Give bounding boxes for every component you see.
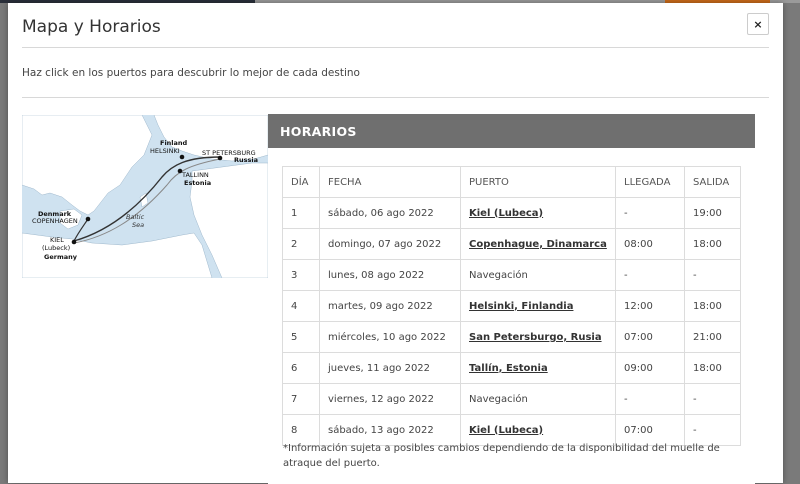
table-row: 6 jueves, 11 ago 2022 Tallín, Estonia 09:00… <box>282 352 741 384</box>
disclaimer-note: *Información sujeta a posibles cambios d… <box>283 443 720 469</box>
cell-fecha: jueves, 11 ago 2022 <box>319 352 461 384</box>
column-header-llegada: LLEGADA <box>615 166 685 198</box>
table-row: 1 sábado, 06 ago 2022 Kiel (Lubeca) -19:00 <box>282 197 741 229</box>
map-label-copenhagen: COPENHAGEN <box>32 217 78 225</box>
table-row: 4 martes, 09 ago 2022 Helsinki, Finlandia 1… <box>282 290 741 322</box>
cell-llegada: - <box>615 259 685 291</box>
table-row: 5 miércoles, 10 ago 2022 San Petersburgo, … <box>282 321 741 353</box>
map-label-finland: Finland <box>160 139 188 147</box>
table-row: 7 viernes, 12 ago 2022 Navegación - - <box>282 383 741 415</box>
cell-fecha: lunes, 08 ago 2022 <box>319 259 461 291</box>
divider <box>22 97 769 98</box>
cell-dia: 7 <box>282 383 320 415</box>
modal-title: Mapa y Horarios <box>22 17 161 37</box>
cell-salida: 18:00 <box>684 228 741 260</box>
schedule-panel: HORARIOS DÍA FECHA PUERTO LLEGADA SALIDA… <box>268 114 755 484</box>
schedule-modal: Mapa y Horarios × Haz click en los puert… <box>8 3 783 484</box>
port-link[interactable]: Helsinki, Finlandia <box>460 290 616 322</box>
modal-subtitle: Haz click en los puertos para descubrir … <box>22 67 360 79</box>
cell-fecha: martes, 09 ago 2022 <box>319 290 461 322</box>
cell-llegada: 12:00 <box>615 290 685 322</box>
cell-fecha: viernes, 12 ago 2022 <box>319 383 461 415</box>
cell-fecha: domingo, 07 ago 2022 <box>319 228 461 260</box>
cell-llegada: - <box>615 383 685 415</box>
cell-llegada: - <box>615 197 685 229</box>
cell-llegada: 08:00 <box>615 228 685 260</box>
schedule-table: DÍA FECHA PUERTO LLEGADA SALIDA 1 sábado,… <box>282 166 741 446</box>
port-link[interactable]: Tallín, Estonia <box>460 352 616 384</box>
cell-fecha: miércoles, 10 ago 2022 <box>319 321 461 353</box>
port-dot-kiel <box>71 239 77 245</box>
port-link[interactable]: Kiel (Lubeca) <box>460 197 616 229</box>
cell-salida: 18:00 <box>684 290 741 322</box>
route-map[interactable]: Finland HELSINKI ST PETERSBURG Russia TA… <box>22 115 268 278</box>
scandinavia-land <box>22 115 153 216</box>
table-header-row: DÍA FECHA PUERTO LLEGADA SALIDA <box>282 166 741 198</box>
cell-dia: 4 <box>282 290 320 322</box>
table-row: 2 domingo, 07 ago 2022 Copenhague, Dinamar… <box>282 228 741 260</box>
cell-puerto: Navegación <box>460 383 616 415</box>
route-map-svg: Finland HELSINKI ST PETERSBURG Russia TA… <box>22 115 268 278</box>
close-button[interactable]: × <box>747 13 769 35</box>
cell-puerto: Navegación <box>460 259 616 291</box>
map-label-kiel: KIEL <box>50 236 64 244</box>
column-header-salida: SALIDA <box>684 166 741 198</box>
cell-fecha: sábado, 06 ago 2022 <box>319 197 461 229</box>
map-label-baltic: Baltic <box>126 213 145 221</box>
map-label-helsinki: HELSINKI <box>150 147 180 155</box>
column-header-dia: DÍA <box>282 166 320 198</box>
close-icon: × <box>753 17 763 31</box>
cell-salida: 19:00 <box>684 197 741 229</box>
cell-dia: 2 <box>282 228 320 260</box>
schedule-header: HORARIOS <box>268 114 755 148</box>
cell-dia: 6 <box>282 352 320 384</box>
cell-llegada: 07:00 <box>615 321 685 353</box>
cell-dia: 5 <box>282 321 320 353</box>
map-label-sea: Sea <box>132 221 144 229</box>
map-label-tallinn: TALLINN <box>181 171 209 179</box>
cell-salida: - <box>684 383 741 415</box>
map-label-russia: Russia <box>234 156 258 164</box>
cell-salida: 18:00 <box>684 352 741 384</box>
cell-dia: 1 <box>282 197 320 229</box>
table-row: 3 lunes, 08 ago 2022 Navegación - - <box>282 259 741 291</box>
column-header-puerto: PUERTO <box>460 166 616 198</box>
cell-dia: 3 <box>282 259 320 291</box>
map-label-lubeck: (Lubeck) <box>42 244 70 252</box>
cell-salida: - <box>684 259 741 291</box>
divider <box>22 47 769 48</box>
cell-salida: 21:00 <box>684 321 741 353</box>
map-label-estonia: Estonia <box>184 179 211 187</box>
column-header-fecha: FECHA <box>319 166 461 198</box>
cell-llegada: 09:00 <box>615 352 685 384</box>
port-link[interactable]: San Petersburgo, Rusia <box>460 321 616 353</box>
port-link[interactable]: Copenhague, Dinamarca <box>460 228 616 260</box>
port-dot-copenhagen <box>85 216 91 222</box>
map-label-germany: Germany <box>44 253 78 261</box>
port-dot-helsinki <box>179 154 185 160</box>
